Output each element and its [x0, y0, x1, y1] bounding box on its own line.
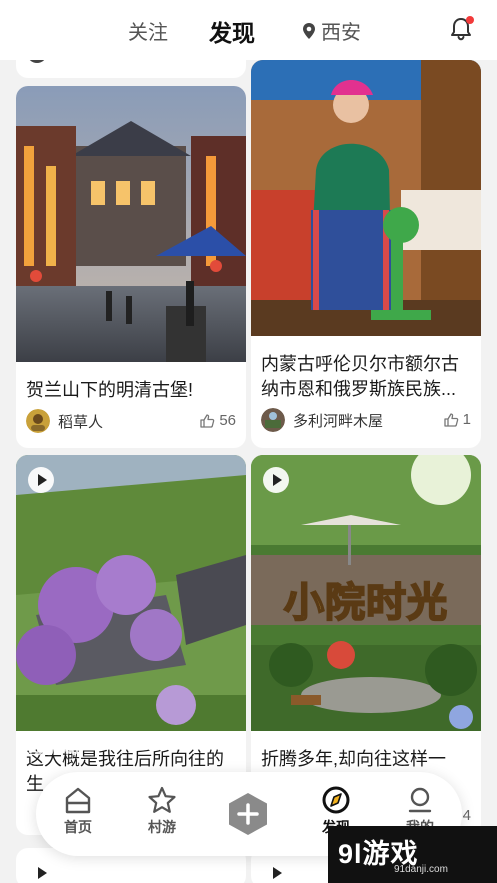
image-overlay-text: 小院时光 [283, 580, 448, 626]
card-title: 折腾多年,却向往这样一 [261, 749, 446, 769]
card-image [251, 60, 481, 336]
avatar [26, 409, 50, 433]
notification-dot [466, 16, 474, 24]
nav-village-label: 村游 [148, 819, 176, 835]
card-title: 贺兰山下的明清古堡! [26, 380, 194, 400]
video-play-icon [263, 860, 289, 883]
top-bar: 关注 发现 西安 [0, 0, 497, 60]
home-icon [65, 787, 91, 814]
like-button[interactable]: 1 [443, 411, 471, 428]
like-count: 56 [219, 412, 236, 429]
author-name: 多利河畔木屋 [293, 412, 384, 430]
like-button[interactable]: 56 [199, 412, 236, 429]
video-play-icon [263, 467, 289, 493]
nav-home-label: 首页 [64, 819, 92, 835]
thumbs-up-icon [444, 412, 458, 427]
profile-icon [408, 787, 432, 813]
location-pin-icon [303, 22, 315, 39]
card-author[interactable]: 多利河畔木屋 [261, 408, 383, 432]
star-icon [148, 786, 176, 813]
watermark-site: 91danji.com [394, 864, 448, 875]
video-play-icon [28, 467, 54, 493]
compass-icon [322, 786, 350, 814]
city-label: 西安 [321, 22, 361, 44]
card-author[interactable]: 稻草人 [26, 409, 103, 433]
card-image [16, 455, 246, 731]
nav-home[interactable]: 首页 [48, 786, 108, 837]
feed-card[interactable]: 内蒙古呼伦贝尔市额尔古纳市恩和俄罗斯族民族... 多利河畔木屋 1 [251, 60, 481, 448]
nav-village[interactable]: 村游 [132, 786, 192, 837]
feed-card[interactable]: 贺兰山下的明清古堡! 稻草人 56 [16, 86, 246, 448]
watermark-faint: 9l游戏 [16, 733, 79, 758]
add-post-icon[interactable] [226, 791, 270, 837]
tab-follow[interactable]: 关注 [128, 16, 168, 45]
city-selector[interactable]: 西安 [302, 16, 361, 45]
tab-discover[interactable]: 发现 [209, 14, 255, 48]
author-name: 稻草人 [58, 413, 104, 431]
avatar [261, 408, 285, 432]
watermark-badge: 9l游戏 91danji.com [328, 826, 497, 883]
video-play-icon [28, 860, 54, 883]
like-count: 1 [462, 411, 471, 428]
card-image [16, 86, 246, 362]
thumbs-up-icon [200, 413, 215, 428]
like-count: 4 [462, 807, 471, 824]
card-title: 内蒙古呼伦贝尔市额尔古纳市恩和俄罗斯族民族... [261, 354, 459, 399]
